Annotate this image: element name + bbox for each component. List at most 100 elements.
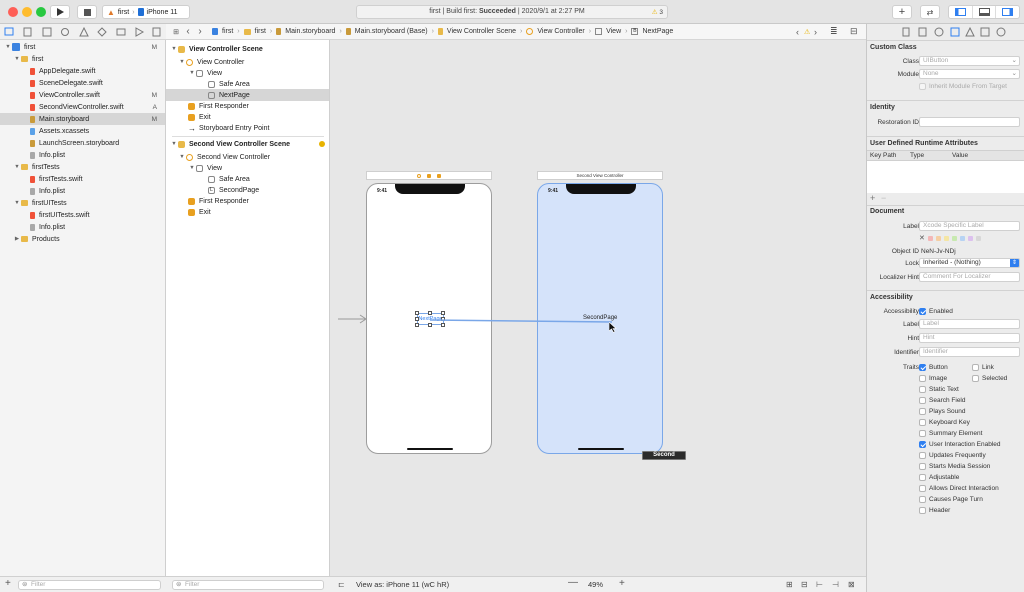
outline-item[interactable]: Exit <box>166 206 329 218</box>
nav-item-folder[interactable]: ▼ first <box>0 53 165 65</box>
resize-handle[interactable] <box>415 323 419 327</box>
toggle-debug-button[interactable] <box>972 6 996 18</box>
nav-item-folder[interactable]: ▼ firstTests <box>0 161 165 173</box>
nav-item-file[interactable]: firstUITests.swift <box>0 209 165 221</box>
nav-item-file[interactable]: firstTests.swift <box>0 173 165 185</box>
outline-scene[interactable]: ▼ Second View Controller Scene <box>166 138 329 150</box>
remove-attribute-icon[interactable]: − <box>881 193 886 203</box>
inherit-module-checkbox[interactable] <box>919 83 926 90</box>
orange-swatch[interactable] <box>935 235 941 241</box>
trait-checkbox[interactable] <box>972 364 979 371</box>
blue-swatch[interactable] <box>959 235 965 241</box>
library-button[interactable]: + <box>892 5 912 19</box>
stop-button[interactable] <box>77 5 97 19</box>
purple-swatch[interactable] <box>967 235 973 241</box>
trait-checkbox[interactable] <box>919 430 926 437</box>
clear-color-icon[interactable]: ✕ <box>919 234 925 242</box>
zoom-window-icon[interactable] <box>36 7 46 17</box>
minimize-window-icon[interactable] <box>22 7 32 17</box>
resolve-issues-icon[interactable]: ⊠ <box>848 580 855 589</box>
view-as-selector[interactable]: View as: iPhone 11 (wC hR) <box>356 580 449 589</box>
toggle-navigator-button[interactable] <box>949 6 972 18</box>
align-icon[interactable]: ⊢ <box>816 580 823 589</box>
breadcrumb-item[interactable]: Main.storyboard (Base) <box>355 28 428 35</box>
outline-toggle-icon[interactable]: ⊏ <box>338 580 345 589</box>
red-swatch[interactable] <box>927 235 933 241</box>
trait-checkbox[interactable] <box>919 441 926 448</box>
trait-checkbox[interactable] <box>919 408 926 415</box>
restoration-id-field[interactable] <box>919 117 1020 127</box>
trait-checkbox[interactable] <box>919 507 926 514</box>
gray-swatch[interactable] <box>975 235 981 241</box>
class-field[interactable]: UIButton ⌄ <box>919 56 1020 66</box>
scene2-title[interactable]: Second View Controller <box>537 171 663 180</box>
nav-item-folder[interactable]: ▼ firstUITests <box>0 197 165 209</box>
breadcrumb-item[interactable]: Main.storyboard <box>285 28 335 35</box>
nav-item-file-selected[interactable]: Main.storyboard M <box>0 113 165 125</box>
issue-prev-icon[interactable]: ‹ <box>796 27 799 37</box>
add-constraints-icon[interactable]: ⊣ <box>832 580 839 589</box>
trait-checkbox[interactable] <box>919 375 926 382</box>
update-frames-icon[interactable]: ⊞ <box>786 580 793 589</box>
embed-in-icon[interactable]: ⊟ <box>801 580 808 589</box>
resize-handle[interactable] <box>428 311 432 315</box>
breadcrumb-item[interactable]: View Controller Scene <box>447 28 516 35</box>
split-editor-icon[interactable]: ⊟ <box>850 26 858 37</box>
document-label-field[interactable]: Xcode Specific Label <box>919 221 1020 231</box>
scene1-dock[interactable] <box>366 171 492 180</box>
scheme-selector[interactable]: ▲ first › iPhone 11 <box>102 5 190 19</box>
forward-icon[interactable]: › <box>194 26 206 37</box>
trait-checkbox[interactable] <box>919 474 926 481</box>
issue-next-icon[interactable]: › <box>814 27 817 37</box>
nav-item-folder[interactable]: ▶ Products <box>0 233 165 245</box>
acc-label-field[interactable]: Label <box>919 319 1020 329</box>
close-window-icon[interactable] <box>8 7 18 17</box>
nav-item-file[interactable]: SecondViewController.swift A <box>0 101 165 113</box>
outline-filter-input[interactable]: ⊜ Filter <box>172 580 324 590</box>
module-field[interactable]: None ⌄ <box>919 69 1020 79</box>
trait-checkbox[interactable] <box>919 496 926 503</box>
storyboard-canvas[interactable]: 9:41 NextPage Second View Controller 9:4… <box>330 40 866 576</box>
nav-item-file[interactable]: SceneDelegate.swift <box>0 77 165 89</box>
breadcrumb-item[interactable]: View <box>606 28 621 35</box>
breadcrumb-item[interactable]: first <box>255 28 266 35</box>
accessibility-enabled-checkbox[interactable] <box>919 308 926 315</box>
trait-checkbox[interactable] <box>972 375 979 382</box>
toggle-inspector-button[interactable] <box>996 6 1019 18</box>
zoom-out-icon[interactable]: — <box>568 577 578 588</box>
review-button[interactable]: ⇄ <box>920 5 940 19</box>
lock-select[interactable]: Inherited - (Nothing) ⇕ <box>919 258 1020 268</box>
warning-indicator[interactable]: ⚠ 3 <box>652 8 663 16</box>
back-icon[interactable]: ‹ <box>182 26 194 37</box>
breadcrumb-item[interactable]: first <box>222 28 233 35</box>
identifier-field[interactable]: Identifier <box>919 347 1020 357</box>
nav-item-project[interactable]: ▼ first M <box>0 41 165 53</box>
yellow-swatch[interactable] <box>943 235 949 241</box>
nav-item-file[interactable]: Info.plist <box>0 221 165 233</box>
nav-item-file[interactable]: AppDelegate.swift <box>0 65 165 77</box>
breadcrumb-item[interactable]: View Controller <box>537 28 584 35</box>
add-file-icon[interactable]: + <box>5 578 11 589</box>
hint-field[interactable]: Hint <box>919 333 1020 343</box>
resize-handle[interactable] <box>415 311 419 315</box>
outline-item[interactable]: → Storyboard Entry Point <box>166 122 329 134</box>
breadcrumb-item[interactable]: NextPage <box>642 28 673 35</box>
outline-scene[interactable]: ▼ View Controller Scene <box>166 43 329 55</box>
nav-item-file[interactable]: Info.plist <box>0 149 165 161</box>
chevron-down-icon[interactable]: ⌄ <box>1012 57 1017 65</box>
trait-checkbox[interactable] <box>919 463 926 470</box>
related-items-icon[interactable]: ⊞ <box>170 28 182 36</box>
green-swatch[interactable] <box>951 235 957 241</box>
resize-handle[interactable] <box>415 317 419 321</box>
zoom-in-icon[interactable]: + <box>619 578 625 589</box>
nav-item-file[interactable]: LaunchScreen.storyboard <box>0 137 165 149</box>
nav-item-file[interactable]: Info.plist <box>0 185 165 197</box>
trait-checkbox[interactable] <box>919 485 926 492</box>
add-attribute-icon[interactable]: + <box>870 193 875 203</box>
nav-item-file[interactable]: Assets.xcassets <box>0 125 165 137</box>
trait-checkbox[interactable] <box>919 364 926 371</box>
trait-checkbox[interactable] <box>919 452 926 459</box>
navigator-filter-input[interactable]: ⊜ Filter <box>18 580 161 590</box>
trait-checkbox[interactable] <box>919 397 926 404</box>
resize-handle[interactable] <box>441 311 445 315</box>
